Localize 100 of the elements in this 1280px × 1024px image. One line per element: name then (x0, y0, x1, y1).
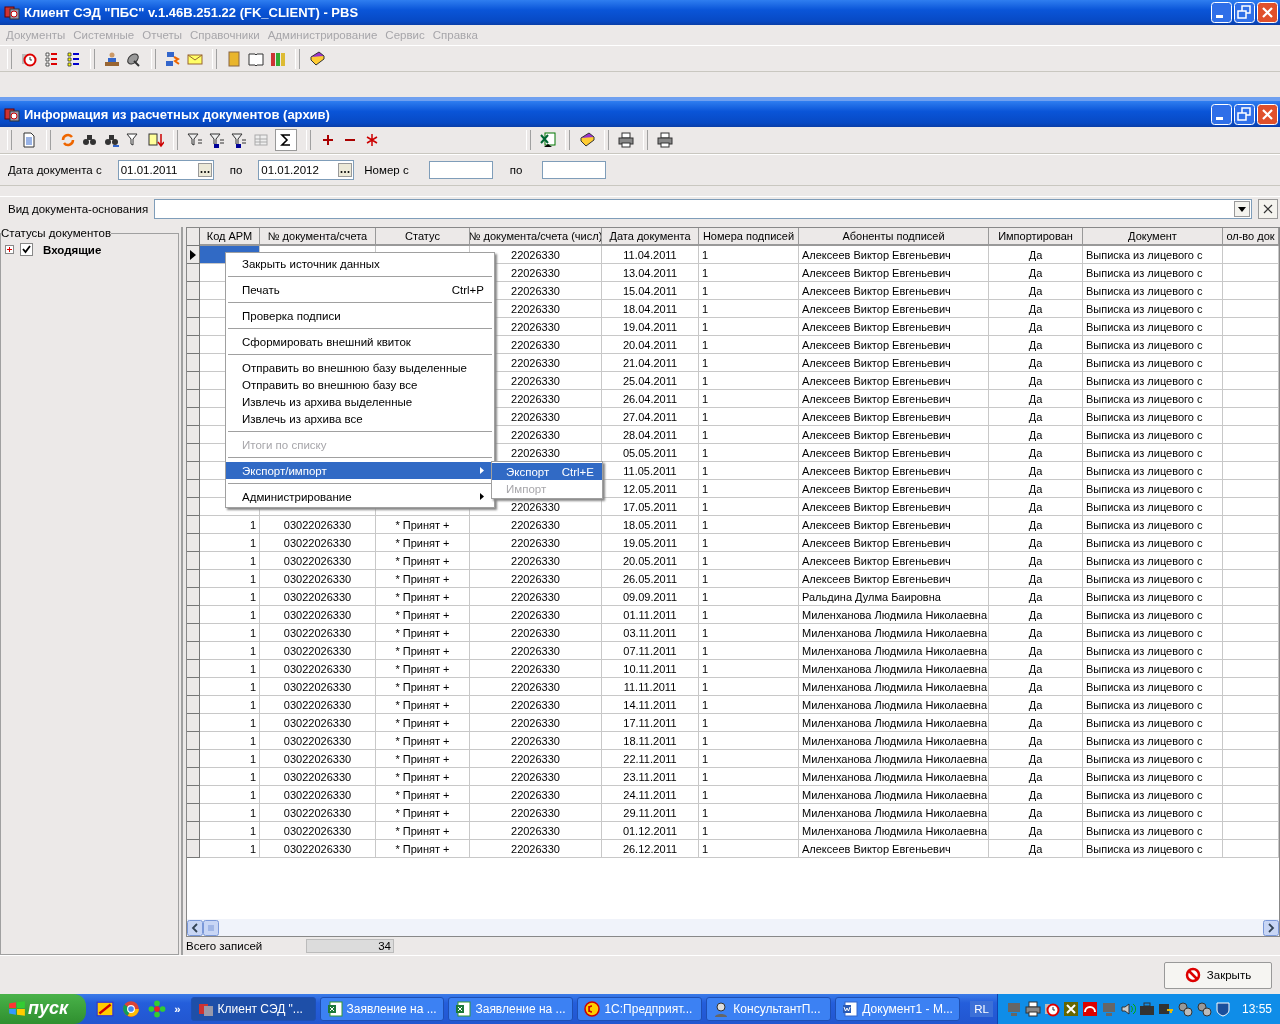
table-cell: Да (989, 588, 1083, 607)
table-cell: 1 (200, 516, 260, 535)
table-cell: 22026330 (470, 786, 602, 805)
field-label: по (509, 163, 523, 176)
table-cell: Выписка из лицевого с (1083, 768, 1223, 787)
table-cell: 03022026330 (260, 642, 376, 661)
table-cell: Алексеев Виктор Евгеньевич (799, 318, 989, 337)
clock: 13:55 (1241, 1002, 1272, 1016)
table-cell: 22.11.2011 (602, 750, 699, 769)
table-cell: 1 (200, 588, 260, 607)
table-cell: 14.11.2011 (602, 696, 699, 715)
table-cell: 1 (699, 552, 799, 571)
table-cell: Миленханова Людмила Николаевна (799, 606, 989, 625)
table-cell: Выписка из лицевого с (1083, 426, 1223, 445)
table-cell: Миленханова Людмила Николаевна (799, 624, 989, 643)
table-cell: Да (989, 840, 1083, 859)
table-cell: 1 (699, 300, 799, 319)
child-window-title: Информация из расчетных документов (архив) (24, 106, 331, 122)
table-cell: Да (989, 606, 1083, 625)
table-cell: 1 (699, 822, 799, 841)
table-cell: 22026330 (470, 750, 602, 769)
table-cell: 22026330 (470, 660, 602, 679)
table-cell: Да (989, 714, 1083, 733)
table-cell: Выписка из лицевого с (1083, 840, 1223, 859)
table-cell: Ральдина Дулма Баировна (799, 588, 989, 607)
field-label: Дата документа с (8, 163, 102, 176)
table-cell: Да (989, 642, 1083, 661)
table-cell: 1 (200, 822, 260, 841)
table-cell: 03022026330 (260, 696, 376, 715)
table-cell: 1 (699, 624, 799, 643)
table-cell: * Принят + (376, 786, 470, 805)
table-cell: 1 (200, 534, 260, 553)
table-cell: 22026330 (470, 840, 602, 859)
table-cell: Да (989, 444, 1083, 463)
table-cell: 22026330 (470, 588, 602, 607)
table-cell: 1 (699, 714, 799, 733)
table-cell: Выписка из лицевого с (1083, 444, 1223, 463)
table-cell: Да (989, 498, 1083, 517)
table-cell: Миленханова Людмила Николаевна (799, 750, 989, 769)
table-cell: Да (989, 372, 1083, 391)
table-cell: * Принят + (376, 822, 470, 841)
table-cell: Выписка из лицевого с (1083, 642, 1223, 661)
table-cell: 20.05.2011 (602, 552, 699, 571)
table-cell: Алексеев Виктор Евгеньевич (799, 300, 989, 319)
table-cell: 03022026330 (260, 570, 376, 589)
table-cell: 1 (699, 660, 799, 679)
table-cell: Выписка из лицевого с (1083, 390, 1223, 409)
table-cell: 1 (699, 264, 799, 283)
table-cell: 22026330 (470, 804, 602, 823)
table-cell: Алексеев Виктор Евгеньевич (799, 426, 989, 445)
table-cell: 1 (699, 444, 799, 463)
table-cell: * Принят + (376, 678, 470, 697)
table-cell: 1 (699, 678, 799, 697)
table-cell: Да (989, 408, 1083, 427)
table-cell: Да (989, 624, 1083, 643)
table-cell: Выписка из лицевого с (1083, 804, 1223, 823)
table-cell: 1 (699, 732, 799, 751)
table-cell: 1 (200, 642, 260, 661)
table-cell: 22026330 (470, 606, 602, 625)
table-cell: Алексеев Виктор Евгеньевич (799, 246, 989, 265)
table-cell: 03022026330 (260, 840, 376, 859)
table-cell: Выписка из лицевого с (1083, 678, 1223, 697)
table-cell: Алексеев Виктор Евгеньевич (799, 408, 989, 427)
table-cell: 1 (200, 552, 260, 571)
table-cell: Миленханова Людмила Николаевна (799, 732, 989, 751)
table-cell: Да (989, 570, 1083, 589)
table-cell: 17.05.2011 (602, 498, 699, 517)
table-cell: Да (989, 516, 1083, 535)
table-cell: * Принят + (376, 660, 470, 679)
table-cell: Да (989, 660, 1083, 679)
table-cell: Алексеев Виктор Евгеньевич (799, 462, 989, 481)
table-cell: 03022026330 (260, 750, 376, 769)
table-cell: 1 (699, 480, 799, 499)
table-cell: * Принят + (376, 570, 470, 589)
table-cell: 18.11.2011 (602, 732, 699, 751)
table-cell: 03022026330 (260, 534, 376, 553)
table-cell: 26.04.2011 (602, 390, 699, 409)
table-cell: 1 (699, 768, 799, 787)
field-label: Номер с (364, 163, 409, 176)
table-cell: Выписка из лицевого с (1083, 696, 1223, 715)
table-cell: Да (989, 534, 1083, 553)
table-cell: Миленханова Людмила Николаевна (799, 768, 989, 787)
table-cell: Да (989, 246, 1083, 265)
table-cell: 1 (699, 372, 799, 391)
table-cell: Алексеев Виктор Евгеньевич (799, 516, 989, 535)
table-cell: Да (989, 822, 1083, 841)
table-cell: Алексеев Виктор Евгеньевич (799, 372, 989, 391)
table-cell: 27.04.2011 (602, 408, 699, 427)
table-cell: Алексеев Виктор Евгеньевич (799, 498, 989, 517)
table-cell: 1 (699, 462, 799, 481)
table-cell: 1 (200, 624, 260, 643)
table-cell: 1 (699, 516, 799, 535)
table-cell: 1 (699, 588, 799, 607)
table-cell: Выписка из лицевого с (1083, 372, 1223, 391)
table-cell: 1 (699, 786, 799, 805)
table-cell: Алексеев Виктор Евгеньевич (799, 552, 989, 571)
table-cell: 13.04.2011 (602, 264, 699, 283)
table-cell: 1 (699, 570, 799, 589)
table-cell: 09.09.2011 (602, 588, 699, 607)
table-cell: * Принят + (376, 534, 470, 553)
